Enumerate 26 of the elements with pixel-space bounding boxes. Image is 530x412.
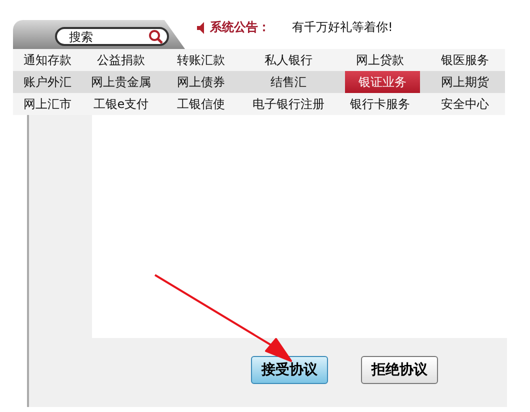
menu-item[interactable]: 转账汇款: [160, 49, 242, 71]
menu-item[interactable]: 工银信使: [160, 93, 242, 115]
menu-item[interactable]: 安全中心: [425, 93, 505, 115]
agreement-button[interactable]: 接受协议: [251, 356, 328, 384]
menu-item[interactable]: 电子银行注册: [242, 93, 335, 115]
menu-item[interactable]: 网上贵金属: [82, 71, 160, 93]
notice-text: 有千万好礼等着你!: [292, 19, 393, 36]
search-field[interactable]: 搜索: [55, 27, 169, 46]
arrow-icon: [153, 273, 293, 363]
speaker-icon: [197, 22, 204, 34]
menu-item[interactable]: 通知存款: [13, 49, 82, 71]
menu-item[interactable]: 结售汇: [242, 71, 335, 93]
menu-item[interactable]: 公益捐款: [82, 49, 160, 71]
menu-item[interactable]: 网上贷款: [335, 49, 425, 71]
menu-item[interactable]: 银证业务: [345, 71, 420, 93]
menu-item[interactable]: 账户外汇: [13, 71, 82, 93]
menu-item[interactable]: 银行卡服务: [335, 93, 425, 115]
menu-item[interactable]: 网上汇市: [13, 93, 82, 115]
menu-item[interactable]: 银医服务: [425, 49, 505, 71]
menu-item[interactable]: 网上期货: [425, 71, 505, 93]
notice-label: 系统公告：: [210, 19, 270, 36]
menu-item[interactable]: 工银e支付: [82, 93, 160, 115]
search-icon[interactable]: [148, 29, 164, 45]
menu-item[interactable]: 网上债券: [160, 71, 242, 93]
menu-item[interactable]: 私人银行: [242, 49, 335, 71]
agreement-button[interactable]: 拒绝协议: [361, 356, 438, 384]
